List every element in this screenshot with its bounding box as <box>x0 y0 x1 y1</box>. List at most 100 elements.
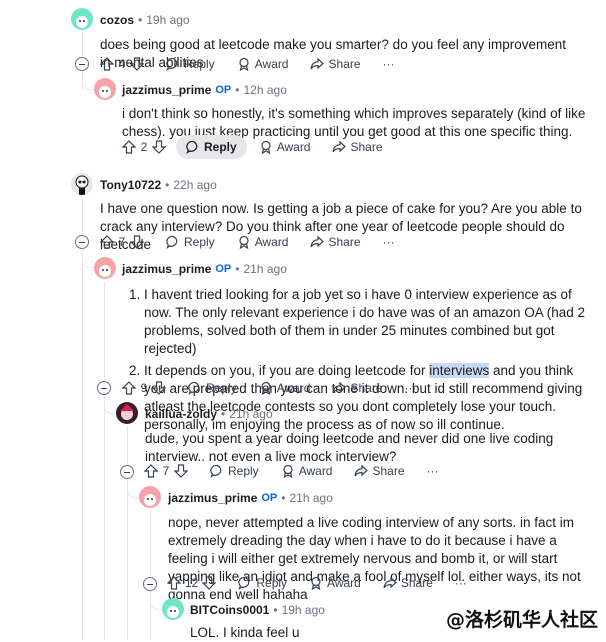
upvote-icon[interactable] <box>122 140 136 154</box>
op-badge: OP <box>215 84 232 96</box>
downvote-icon[interactable] <box>174 464 188 478</box>
share-label: Share <box>400 576 433 590</box>
award-label: Award <box>327 576 361 590</box>
award-icon <box>261 381 271 395</box>
upvote-icon[interactable] <box>100 235 114 249</box>
thread-line <box>104 282 105 382</box>
username[interactable]: kaillua-zoldy <box>145 406 217 422</box>
award-label: Award <box>276 381 311 395</box>
more-options-button[interactable]: ··· <box>377 52 401 76</box>
downvote-icon[interactable] <box>152 140 166 154</box>
reply-button[interactable]: Reply <box>204 459 265 483</box>
award-button[interactable]: Award <box>275 459 339 483</box>
reply-button[interactable]: Reply <box>160 230 221 254</box>
avatar[interactable] <box>94 257 116 279</box>
share-label: Share <box>350 381 383 395</box>
downvote-icon[interactable] <box>202 576 217 590</box>
collapse-thread-button[interactable] <box>75 57 89 71</box>
upvote-icon[interactable] <box>144 464 158 478</box>
comment-actions: 9 Reply Award Share ··· <box>118 376 423 400</box>
upvote-icon[interactable] <box>100 57 114 71</box>
separator-dot: • <box>235 262 240 276</box>
more-options-button[interactable]: ··· <box>421 459 445 483</box>
timestamp[interactable]: 21h ago <box>289 490 332 506</box>
username[interactable]: jazzimus_prime <box>122 82 211 98</box>
share-icon <box>310 57 325 70</box>
username[interactable]: jazzimus_prime <box>168 490 257 506</box>
vote-group: 2 <box>118 140 170 154</box>
avatar[interactable] <box>71 8 93 30</box>
more-icon: ··· <box>404 381 417 395</box>
collapse-thread-button[interactable] <box>97 381 111 395</box>
award-label: Award <box>254 235 289 249</box>
award-button[interactable]: Award <box>303 571 367 595</box>
more-icon: ··· <box>382 235 395 249</box>
award-label: Award <box>254 57 289 71</box>
reply-button[interactable]: Reply <box>182 376 243 400</box>
timestamp[interactable]: 19h ago <box>146 12 189 28</box>
more-icon: ··· <box>382 57 395 71</box>
comment-bubble-icon <box>238 576 250 590</box>
more-options-button[interactable]: ··· <box>377 230 401 254</box>
award-button[interactable]: Award <box>253 376 317 400</box>
award-button[interactable]: Award <box>231 52 295 76</box>
collapse-thread-button[interactable] <box>75 235 89 249</box>
share-label: Share <box>328 57 361 71</box>
watermark: @洛杉矶华人社区 <box>445 605 598 632</box>
share-button[interactable]: Share <box>304 52 366 76</box>
reply-button[interactable]: Reply <box>160 52 221 76</box>
upvote-icon[interactable] <box>167 576 181 590</box>
vote-group: 12 <box>163 576 220 590</box>
timestamp[interactable]: 12h ago <box>243 82 286 98</box>
username[interactable]: Tony10722 <box>100 177 161 193</box>
share-button[interactable]: Share <box>326 135 388 159</box>
snoo-icon <box>144 494 156 506</box>
downvote-icon[interactable] <box>130 235 144 249</box>
avatar[interactable] <box>139 486 161 508</box>
vote-count: 4 <box>118 57 126 71</box>
skull-avatar-icon <box>75 175 89 195</box>
share-icon <box>332 381 347 394</box>
more-options-button[interactable]: ··· <box>449 571 473 595</box>
thread-line <box>150 510 151 576</box>
award-button[interactable]: Award <box>253 135 317 159</box>
reply-button[interactable]: Reply <box>232 571 293 595</box>
reply-button[interactable]: Reply <box>176 135 247 159</box>
op-badge: OP <box>261 492 278 504</box>
share-icon <box>332 140 347 153</box>
vote-count: 7 <box>118 235 126 249</box>
share-button[interactable]: Share <box>326 376 388 400</box>
avatar[interactable] <box>94 78 116 100</box>
comment-actions: 7 Reply Award Share ··· <box>140 459 445 483</box>
reply-label: Reply <box>256 576 288 590</box>
vote-group: 9 <box>118 381 170 395</box>
timestamp[interactable]: 19h ago <box>282 602 325 618</box>
upvote-icon[interactable] <box>122 381 136 395</box>
separator-dot: • <box>281 491 286 505</box>
share-button[interactable]: Share <box>304 230 366 254</box>
collapse-thread-button[interactable] <box>143 577 157 591</box>
comment-meta: jazzimus_prime OP • 21h ago <box>168 490 333 506</box>
separator-dot: • <box>138 13 143 27</box>
username[interactable]: BITCoins0001 <box>190 602 269 618</box>
downvote-icon[interactable] <box>130 57 144 71</box>
avatar[interactable] <box>162 598 184 620</box>
username[interactable]: jazzimus_prime <box>122 261 211 277</box>
timestamp[interactable]: 22h ago <box>173 177 216 193</box>
share-button[interactable]: Share <box>348 459 410 483</box>
vote-count: 9 <box>140 381 148 395</box>
more-options-button[interactable]: ··· <box>399 376 423 400</box>
username[interactable]: cozos <box>100 12 134 28</box>
award-icon <box>311 576 321 590</box>
share-button[interactable]: Share <box>377 571 439 595</box>
reply-label: Reply <box>184 57 215 71</box>
award-button[interactable]: Award <box>231 230 295 254</box>
avatar[interactable] <box>116 402 138 424</box>
list-item: I havent tried looking for a job yet so … <box>144 286 586 358</box>
timestamp[interactable]: 21h ago <box>243 261 286 277</box>
collapse-thread-button[interactable] <box>120 465 134 479</box>
downvote-icon[interactable] <box>152 381 166 395</box>
avatar[interactable] <box>71 173 93 195</box>
share-icon <box>383 576 397 589</box>
timestamp[interactable]: 21h ago <box>229 406 272 422</box>
